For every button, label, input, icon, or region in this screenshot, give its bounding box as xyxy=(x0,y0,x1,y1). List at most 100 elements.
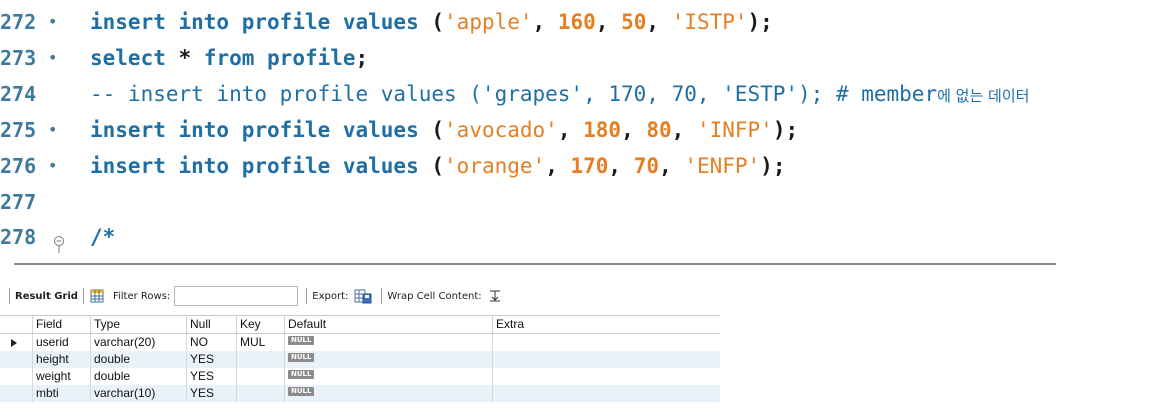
column-header-key[interactable]: Key xyxy=(236,316,284,333)
cell-field[interactable]: weight xyxy=(32,368,90,385)
code-token: insert into profile values xyxy=(90,10,432,34)
cell-key[interactable] xyxy=(236,385,284,402)
cell-field[interactable]: height xyxy=(32,351,90,368)
line-number: 274 xyxy=(0,82,37,106)
export-label: Export: xyxy=(312,290,349,302)
statement-marker-icon: • xyxy=(48,12,58,31)
statement-marker-icon: • xyxy=(48,120,58,139)
code-token: insert into profile values xyxy=(90,118,432,142)
code-token: 170 xyxy=(570,154,609,178)
code-token: 'apple' xyxy=(444,10,533,34)
cell-field[interactable]: userid xyxy=(32,334,90,351)
result-grid: Field Type Null Key Default Extra userid… xyxy=(0,315,720,402)
code-token: 160 xyxy=(557,10,596,34)
code-token: , xyxy=(646,10,672,34)
grid-view-icon[interactable] xyxy=(89,288,105,304)
code-token: , xyxy=(621,118,647,142)
line-number: 276 xyxy=(0,154,37,178)
code-token: , xyxy=(659,154,685,178)
filter-rows-label: Filter Rows: xyxy=(112,290,171,302)
column-header-type[interactable]: Type xyxy=(90,316,186,333)
code-token: /* xyxy=(90,225,116,249)
code-text: /* xyxy=(90,219,115,255)
code-token: , xyxy=(545,154,571,178)
code-token: 에 없는 데이터 xyxy=(937,87,1030,105)
cell-default[interactable]: NULL xyxy=(284,351,492,368)
null-badge: NULL xyxy=(288,370,315,379)
code-token: ( xyxy=(431,118,445,142)
null-badge: NULL xyxy=(288,336,315,345)
export-icon[interactable] xyxy=(354,288,372,304)
cell-extra[interactable] xyxy=(492,385,720,402)
code-token: 'ISTP' xyxy=(671,10,748,34)
line-number: 278 xyxy=(0,225,37,249)
line-number: 275 xyxy=(0,118,37,142)
current-row-arrow-icon xyxy=(11,339,17,347)
statement-marker-icon: • xyxy=(48,156,58,175)
column-header-extra[interactable]: Extra xyxy=(492,316,720,333)
cell-null[interactable]: NO xyxy=(186,334,236,351)
cell-extra[interactable] xyxy=(492,334,720,351)
code-token: 50 xyxy=(621,10,647,34)
code-token: 'avocado' xyxy=(444,118,558,142)
row-selector[interactable] xyxy=(0,351,32,368)
filter-rows-input[interactable] xyxy=(174,286,299,306)
cell-null[interactable]: YES xyxy=(186,385,236,402)
code-text: select * from profile; xyxy=(90,40,368,76)
cell-default[interactable]: NULL xyxy=(284,334,492,351)
column-header-field[interactable]: Field xyxy=(32,316,90,333)
null-badge: NULL xyxy=(288,353,315,362)
cell-default[interactable]: NULL xyxy=(284,368,492,385)
cell-extra[interactable] xyxy=(492,368,720,385)
code-token: , xyxy=(557,118,584,142)
code-token: select xyxy=(90,46,179,70)
cell-type[interactable]: varchar(20) xyxy=(90,334,186,351)
line-number: 273 xyxy=(0,46,37,70)
code-text: insert into profile values ('avocado', 1… xyxy=(90,112,798,148)
cell-key[interactable]: MUL xyxy=(236,334,284,351)
code-token: 'orange' xyxy=(444,154,546,178)
row-selector[interactable] xyxy=(0,334,32,351)
table-row[interactable]: weight double YES NULL xyxy=(0,368,720,385)
sql-editor[interactable]: 272 • insert into profile values ('apple',… xyxy=(0,0,1162,255)
fold-toggle-icon[interactable] xyxy=(52,228,66,253)
cell-field[interactable]: mbti xyxy=(32,385,90,402)
row-header-corner[interactable] xyxy=(0,316,32,333)
code-token: 80 xyxy=(646,118,672,142)
code-token: 70 xyxy=(633,154,660,178)
cell-key[interactable] xyxy=(236,368,284,385)
cell-type[interactable]: double xyxy=(90,368,186,385)
result-grid-toolbar: Result Grid Filter Rows: Export: Wrap Ce… xyxy=(4,285,504,307)
null-badge: NULL xyxy=(288,387,315,396)
statement-marker-icon: • xyxy=(48,48,58,67)
column-header-null[interactable]: Null xyxy=(186,316,236,333)
panel-splitter[interactable] xyxy=(14,263,1056,265)
code-token: -- insert into profile values ('grapes',… xyxy=(90,82,938,106)
code-text: insert into profile values ('apple', 160… xyxy=(90,4,773,40)
cell-default[interactable]: NULL xyxy=(284,385,492,402)
cell-extra[interactable] xyxy=(492,351,720,368)
toolbar-separator xyxy=(381,288,383,304)
cell-key[interactable] xyxy=(236,351,284,368)
code-token: ; xyxy=(355,46,369,70)
wrap-cell-content-label: Wrap Cell Content: xyxy=(387,290,482,302)
toolbar-separator xyxy=(82,288,84,304)
table-row[interactable]: mbti varchar(10) YES NULL xyxy=(0,385,720,402)
code-token: ); xyxy=(760,154,786,178)
cell-null[interactable]: YES xyxy=(186,351,236,368)
cell-type[interactable]: varchar(10) xyxy=(90,385,186,402)
code-text: -- insert into profile values ('grapes',… xyxy=(90,76,1029,114)
toolbar-separator xyxy=(9,288,10,304)
wrap-text-icon[interactable] xyxy=(488,288,504,304)
code-token: , xyxy=(608,154,634,178)
row-selector[interactable] xyxy=(0,385,32,402)
cell-null[interactable]: YES xyxy=(186,368,236,385)
code-token: from profile xyxy=(203,46,356,70)
table-row[interactable]: height double YES NULL xyxy=(0,351,720,368)
column-header-default[interactable]: Default xyxy=(284,316,492,333)
row-selector[interactable] xyxy=(0,368,32,385)
code-token: , xyxy=(595,10,622,34)
table-row[interactable]: userid varchar(20) NO MUL NULL xyxy=(0,334,720,351)
cell-type[interactable]: double xyxy=(90,351,186,368)
result-grid-tab[interactable]: Result Grid xyxy=(15,291,78,302)
